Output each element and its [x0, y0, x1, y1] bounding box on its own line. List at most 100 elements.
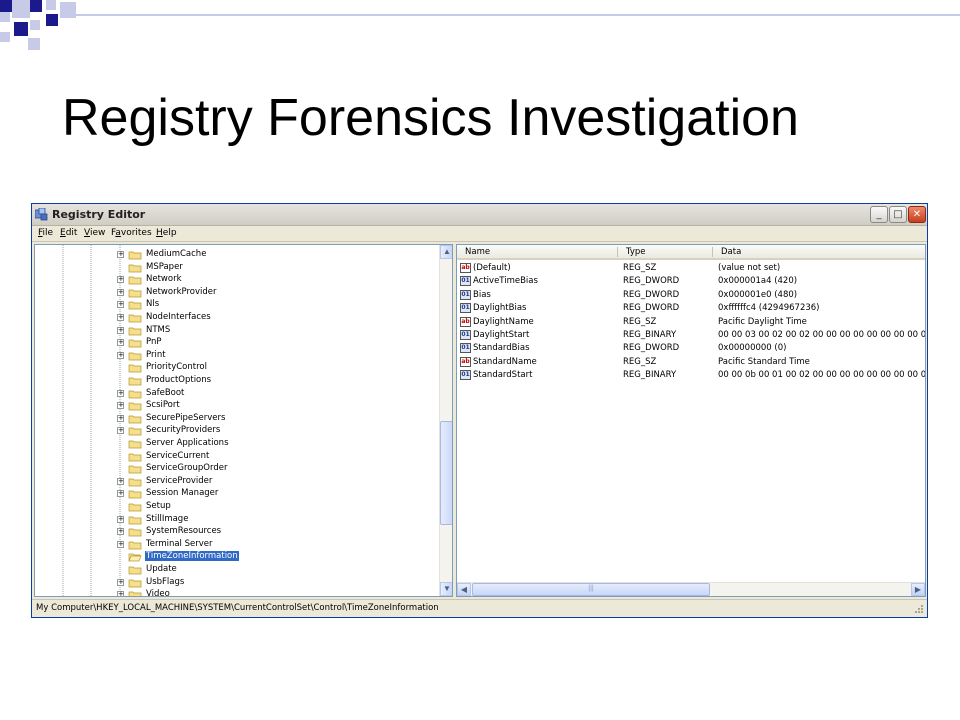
tree-item-label: ServiceGroupOrder — [146, 463, 228, 474]
tree-item-label: UsbFlags — [146, 576, 185, 587]
folder-icon — [128, 428, 142, 436]
value-name: (Default) — [473, 263, 511, 273]
value-row[interactable]: 01 StandardStart REG_BINARY 00 00 0b 00 01 … — [457, 369, 925, 382]
title-bar[interactable]: Registry Editor _ □ ✕ — [32, 204, 927, 226]
tree-item-label: ProductOptions — [146, 375, 212, 385]
value-type: REG_DWORD — [623, 276, 680, 287]
decor-square-2 — [12, 0, 30, 18]
expand-icon[interactable]: + — [117, 540, 124, 548]
value-name: ActiveTimeBias — [473, 276, 538, 287]
menu-edit[interactable]: Edit — [60, 228, 77, 238]
value-row[interactable]: 01 ActiveTimeBias REG_DWORD 0x000001a4 (420… — [457, 275, 925, 288]
regedit-icon — [35, 208, 48, 221]
minimize-button[interactable]: _ — [870, 206, 888, 223]
menu-file[interactable]: File — [38, 228, 53, 238]
value-data: 00 00 03 00 02 00 02 00 00 00 00 00 00 0… — [718, 330, 926, 340]
scroll-up-button[interactable]: ▲ — [440, 245, 452, 259]
expand-icon[interactable]: + — [117, 251, 124, 258]
expand-icon[interactable]: + — [117, 288, 124, 296]
expand-icon[interactable]: + — [117, 427, 124, 435]
column-data[interactable]: Data — [721, 247, 741, 257]
expand-icon[interactable]: + — [117, 276, 124, 284]
value-name: StandardStart — [473, 370, 533, 381]
expand-icon[interactable]: + — [117, 339, 124, 347]
binary-value-icon: 01 — [460, 343, 471, 354]
value-row[interactable]: 01 DaylightStart REG_BINARY 00 00 03 00 02 … — [457, 329, 925, 342]
folder-icon — [128, 491, 142, 499]
scroll-left-button[interactable]: ◀ — [457, 583, 471, 596]
folder-icon — [128, 453, 142, 461]
tree-item-label: Setup — [146, 501, 171, 511]
resize-grip-icon[interactable] — [914, 604, 924, 614]
folder-icon — [128, 365, 142, 373]
folder-icon — [128, 314, 142, 323]
folder-icon — [128, 478, 142, 487]
string-value-icon: ab — [460, 316, 471, 327]
expand-icon[interactable]: + — [117, 389, 124, 397]
expand-icon[interactable]: + — [117, 578, 124, 586]
value-row[interactable]: 01 StandardBias REG_DWORD 0x00000000 (0) — [457, 342, 925, 355]
column-name[interactable]: Name — [465, 247, 490, 257]
scroll-down-button[interactable]: ▼ — [440, 582, 452, 596]
column-separator[interactable] — [712, 247, 713, 257]
tree-item-label: ServiceCurrent — [146, 450, 210, 461]
menu-help[interactable]: Help — [156, 228, 177, 238]
menu-favorites[interactable]: Favorites — [111, 228, 152, 238]
expand-icon[interactable]: + — [117, 515, 124, 523]
expand-icon[interactable]: + — [117, 477, 124, 485]
decor-square-7 — [46, 0, 56, 10]
value-type: REG_SZ — [623, 356, 657, 367]
maximize-icon: □ — [893, 209, 903, 220]
value-name: DaylightStart — [473, 330, 530, 340]
tree-vertical-scrollbar[interactable]: ▲ ▼ — [439, 245, 452, 596]
expand-icon[interactable]: + — [117, 326, 124, 334]
menu-view[interactable]: View — [84, 228, 105, 238]
decor-square-5 — [14, 22, 28, 36]
decor-square-6 — [30, 20, 40, 30]
value-name: DaylightBias — [473, 303, 527, 314]
tree-item-label: Terminal Server — [146, 538, 213, 549]
horizontal-scroll-thumb[interactable]: ||| — [472, 583, 710, 596]
values-list-pane[interactable]: Name Type Data ab (Default) REG_SZ (value n… — [456, 244, 926, 597]
expand-icon[interactable]: + — [117, 528, 124, 536]
open-folder-icon — [128, 554, 142, 562]
key-tree-pane[interactable]: + MediumCache MSPaper + Network + NetworkProvi… — [34, 244, 453, 597]
registry-editor-window: Registry Editor _ □ ✕ File Edit View Fav… — [31, 203, 928, 618]
scroll-thumb[interactable] — [440, 421, 452, 525]
value-row[interactable]: ab (Default) REG_SZ (value not set) — [457, 262, 925, 275]
expand-icon[interactable]: + — [117, 301, 124, 309]
value-type: REG_BINARY — [623, 330, 677, 340]
folder-icon — [128, 591, 142, 596]
value-data: 0x000001a4 (420) — [718, 276, 798, 287]
folder-icon — [128, 465, 142, 474]
column-type[interactable]: Type — [626, 247, 646, 257]
maximize-button[interactable]: □ — [889, 206, 907, 223]
value-data: Pacific Daylight Time — [718, 316, 807, 327]
expand-icon[interactable]: + — [117, 402, 124, 410]
folder-icon — [128, 302, 142, 310]
folder-icon — [128, 566, 142, 575]
value-row[interactable]: ab StandardName REG_SZ Pacific Standard Tim… — [457, 356, 925, 369]
tree-item-label: Server Applications — [146, 438, 229, 448]
decor-square-3 — [30, 0, 42, 12]
expand-icon[interactable]: + — [117, 490, 124, 498]
tree-item-label: MediumCache — [146, 249, 207, 259]
column-separator[interactable] — [617, 247, 618, 257]
expand-icon[interactable]: + — [117, 414, 124, 422]
expand-icon[interactable]: + — [117, 591, 124, 596]
list-horizontal-scrollbar[interactable]: ◀ ||| ▶ — [457, 582, 925, 596]
folder-icon — [128, 377, 142, 386]
value-row[interactable]: 01 Bias REG_DWORD 0x000001e0 (480) — [457, 289, 925, 302]
expand-icon[interactable]: + — [117, 351, 124, 359]
binary-value-icon: 01 — [460, 289, 471, 300]
tree-item-label: SystemResources — [146, 526, 222, 537]
decor-square-4 — [0, 12, 10, 22]
scroll-right-button[interactable]: ▶ — [911, 583, 925, 596]
value-row[interactable]: ab DaylightName REG_SZ Pacific Daylight Tim… — [457, 316, 925, 329]
tree-item-label: Video — [146, 589, 170, 597]
tree-item-label: SafeBoot — [146, 387, 185, 398]
close-button[interactable]: ✕ — [908, 206, 926, 223]
value-row[interactable]: 01 DaylightBias REG_DWORD 0xffffffc4 (42949… — [457, 302, 925, 315]
folder-icon — [128, 440, 142, 449]
expand-icon[interactable]: + — [117, 314, 124, 321]
